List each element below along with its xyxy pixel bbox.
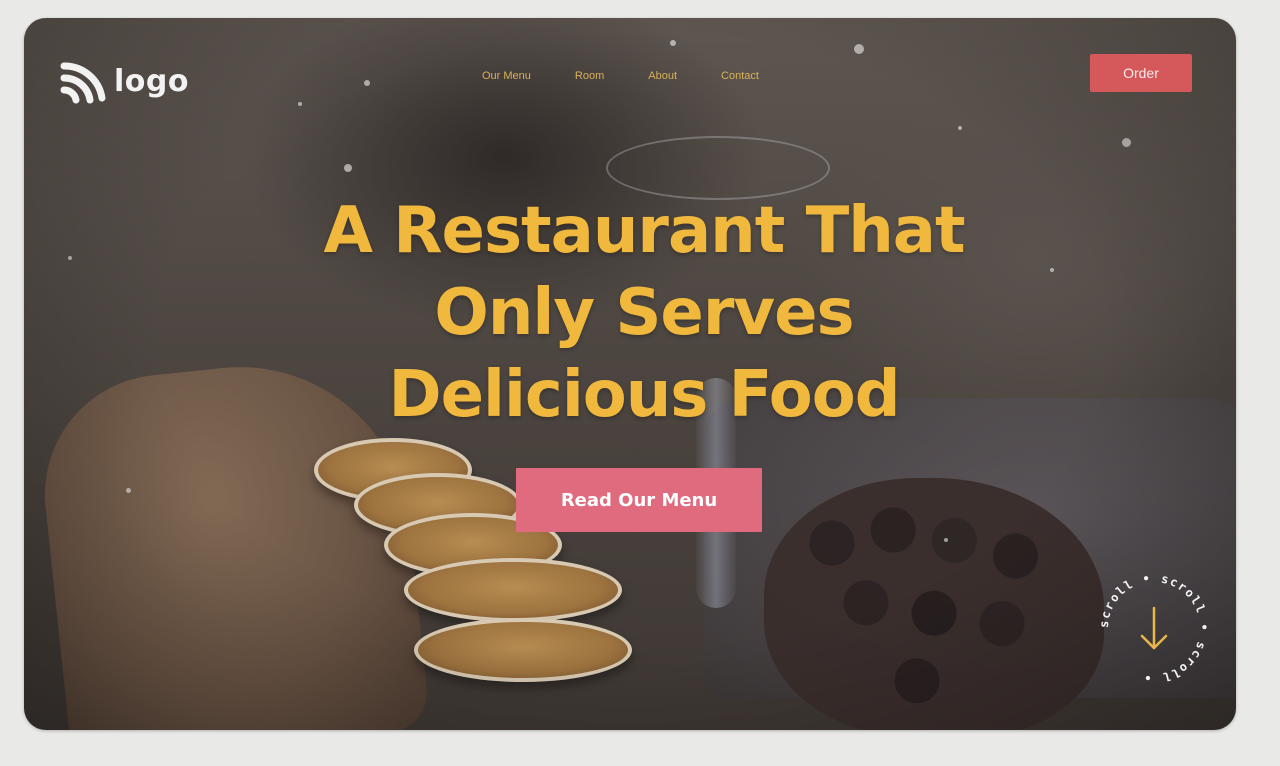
nav-link-contact[interactable]: Contact: [721, 70, 759, 82]
arrow-down-icon: [1140, 606, 1168, 650]
main-nav: Our Menu Room About Contact: [482, 70, 759, 82]
logo-text: logo: [114, 63, 189, 99]
order-button[interactable]: Order: [1090, 54, 1192, 92]
hero-title-line: A Restaurant That: [323, 194, 965, 268]
wifi-signal-icon: [60, 62, 106, 104]
nav-link-menu[interactable]: Our Menu: [482, 70, 531, 82]
hero-title: A Restaurant That Only Serves Delicious …: [144, 190, 1144, 436]
hero-title-line: Only Serves: [434, 276, 854, 350]
site-logo[interactable]: logo: [60, 58, 189, 104]
nav-link-about[interactable]: About: [648, 70, 677, 82]
scroll-indicator[interactable]: scroll • scroll • scroll •: [1092, 566, 1216, 690]
hero-title-line: Delicious Food: [388, 358, 900, 432]
nav-link-room[interactable]: Room: [575, 70, 604, 82]
hero-section: logo Our Menu Room About Contact Order A…: [24, 18, 1236, 730]
read-menu-button[interactable]: Read Our Menu: [516, 468, 762, 532]
